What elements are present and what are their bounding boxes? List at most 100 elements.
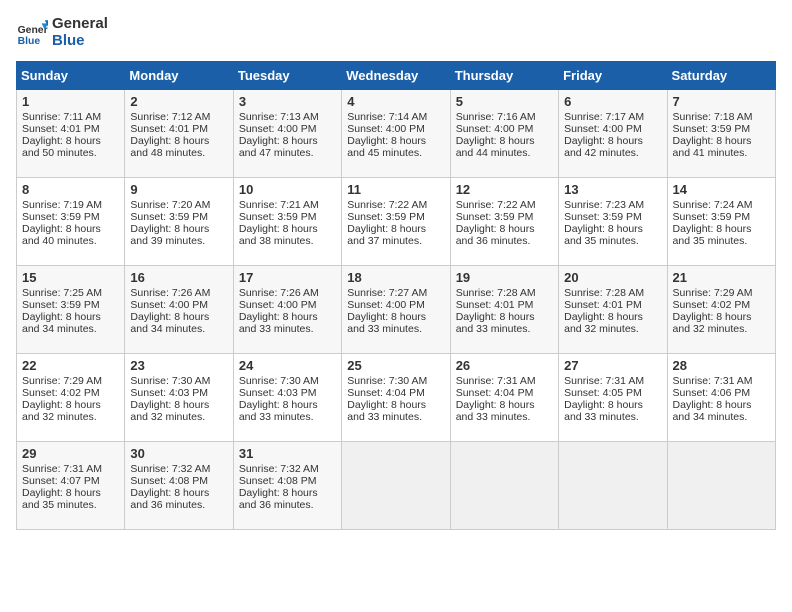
- calendar-cell: 3 Sunrise: 7:13 AM Sunset: 4:00 PM Dayli…: [233, 90, 341, 178]
- sunset-label: Sunset: 4:03 PM: [239, 387, 317, 399]
- daylight-label: Daylight: 8 hours and 32 minutes.: [673, 311, 752, 335]
- sunrise-label: Sunrise: 7:16 AM: [456, 111, 536, 123]
- daylight-label: Daylight: 8 hours and 36 minutes.: [456, 223, 535, 247]
- day-number: 22: [22, 358, 119, 373]
- day-number: 23: [130, 358, 227, 373]
- day-number: 29: [22, 446, 119, 461]
- sunrise-label: Sunrise: 7:27 AM: [347, 287, 427, 299]
- page-header: General Blue General Blue: [16, 16, 776, 49]
- daylight-label: Daylight: 8 hours and 34 minutes.: [673, 399, 752, 423]
- calendar-cell: [559, 442, 667, 530]
- daylight-label: Daylight: 8 hours and 39 minutes.: [130, 223, 209, 247]
- sunset-label: Sunset: 4:00 PM: [456, 123, 534, 135]
- calendar-cell: 5 Sunrise: 7:16 AM Sunset: 4:00 PM Dayli…: [450, 90, 558, 178]
- sunrise-label: Sunrise: 7:22 AM: [456, 199, 536, 211]
- day-number: 4: [347, 94, 444, 109]
- sunrise-label: Sunrise: 7:31 AM: [22, 463, 102, 475]
- calendar-cell: 15 Sunrise: 7:25 AM Sunset: 3:59 PM Dayl…: [17, 266, 125, 354]
- column-header-sunday: Sunday: [17, 62, 125, 90]
- calendar-cell: 7 Sunrise: 7:18 AM Sunset: 3:59 PM Dayli…: [667, 90, 775, 178]
- sunrise-label: Sunrise: 7:21 AM: [239, 199, 319, 211]
- sunset-label: Sunset: 3:59 PM: [347, 211, 425, 223]
- calendar-cell: 24 Sunrise: 7:30 AM Sunset: 4:03 PM Dayl…: [233, 354, 341, 442]
- calendar-week-row: 15 Sunrise: 7:25 AM Sunset: 3:59 PM Dayl…: [17, 266, 776, 354]
- sunrise-label: Sunrise: 7:28 AM: [456, 287, 536, 299]
- column-header-tuesday: Tuesday: [233, 62, 341, 90]
- sunrise-label: Sunrise: 7:13 AM: [239, 111, 319, 123]
- sunset-label: Sunset: 3:59 PM: [456, 211, 534, 223]
- day-number: 13: [564, 182, 661, 197]
- day-number: 8: [22, 182, 119, 197]
- daylight-label: Daylight: 8 hours and 47 minutes.: [239, 135, 318, 159]
- day-number: 5: [456, 94, 553, 109]
- sunrise-label: Sunrise: 7:31 AM: [673, 375, 753, 387]
- sunrise-label: Sunrise: 7:19 AM: [22, 199, 102, 211]
- column-header-wednesday: Wednesday: [342, 62, 450, 90]
- calendar-cell: 27 Sunrise: 7:31 AM Sunset: 4:05 PM Dayl…: [559, 354, 667, 442]
- sunrise-label: Sunrise: 7:30 AM: [347, 375, 427, 387]
- daylight-label: Daylight: 8 hours and 36 minutes.: [239, 487, 318, 511]
- calendar-cell: 25 Sunrise: 7:30 AM Sunset: 4:04 PM Dayl…: [342, 354, 450, 442]
- sunset-label: Sunset: 4:05 PM: [564, 387, 642, 399]
- sunset-label: Sunset: 4:04 PM: [347, 387, 425, 399]
- day-number: 30: [130, 446, 227, 461]
- calendar-cell: 1 Sunrise: 7:11 AM Sunset: 4:01 PM Dayli…: [17, 90, 125, 178]
- calendar-cell: 22 Sunrise: 7:29 AM Sunset: 4:02 PM Dayl…: [17, 354, 125, 442]
- calendar-cell: 30 Sunrise: 7:32 AM Sunset: 4:08 PM Dayl…: [125, 442, 233, 530]
- sunrise-label: Sunrise: 7:26 AM: [130, 287, 210, 299]
- daylight-label: Daylight: 8 hours and 40 minutes.: [22, 223, 101, 247]
- day-number: 6: [564, 94, 661, 109]
- daylight-label: Daylight: 8 hours and 34 minutes.: [130, 311, 209, 335]
- day-number: 3: [239, 94, 336, 109]
- sunrise-label: Sunrise: 7:24 AM: [673, 199, 753, 211]
- day-number: 26: [456, 358, 553, 373]
- day-number: 25: [347, 358, 444, 373]
- daylight-label: Daylight: 8 hours and 33 minutes.: [239, 399, 318, 423]
- sunrise-label: Sunrise: 7:29 AM: [673, 287, 753, 299]
- daylight-label: Daylight: 8 hours and 48 minutes.: [130, 135, 209, 159]
- calendar-week-row: 29 Sunrise: 7:31 AM Sunset: 4:07 PM Dayl…: [17, 442, 776, 530]
- day-number: 2: [130, 94, 227, 109]
- sunrise-label: Sunrise: 7:23 AM: [564, 199, 644, 211]
- calendar-cell: 9 Sunrise: 7:20 AM Sunset: 3:59 PM Dayli…: [125, 178, 233, 266]
- sunrise-label: Sunrise: 7:28 AM: [564, 287, 644, 299]
- sunset-label: Sunset: 3:59 PM: [564, 211, 642, 223]
- daylight-label: Daylight: 8 hours and 33 minutes.: [456, 399, 535, 423]
- calendar-cell: 16 Sunrise: 7:26 AM Sunset: 4:00 PM Dayl…: [125, 266, 233, 354]
- logo-icon: General Blue: [16, 17, 48, 49]
- day-number: 7: [673, 94, 770, 109]
- sunrise-label: Sunrise: 7:32 AM: [239, 463, 319, 475]
- sunset-label: Sunset: 4:01 PM: [130, 123, 208, 135]
- sunset-label: Sunset: 4:00 PM: [239, 299, 317, 311]
- daylight-label: Daylight: 8 hours and 35 minutes.: [673, 223, 752, 247]
- day-number: 1: [22, 94, 119, 109]
- calendar-cell: 12 Sunrise: 7:22 AM Sunset: 3:59 PM Dayl…: [450, 178, 558, 266]
- daylight-label: Daylight: 8 hours and 32 minutes.: [130, 399, 209, 423]
- sunrise-label: Sunrise: 7:11 AM: [22, 111, 101, 123]
- logo: General Blue General Blue: [16, 16, 108, 49]
- sunset-label: Sunset: 4:00 PM: [347, 123, 425, 135]
- day-number: 17: [239, 270, 336, 285]
- sunset-label: Sunset: 4:01 PM: [456, 299, 534, 311]
- sunset-label: Sunset: 3:59 PM: [22, 211, 100, 223]
- sunset-label: Sunset: 4:00 PM: [239, 123, 317, 135]
- sunset-label: Sunset: 4:00 PM: [564, 123, 642, 135]
- day-number: 10: [239, 182, 336, 197]
- daylight-label: Daylight: 8 hours and 32 minutes.: [564, 311, 643, 335]
- calendar-body: 1 Sunrise: 7:11 AM Sunset: 4:01 PM Dayli…: [17, 90, 776, 530]
- sunset-label: Sunset: 4:02 PM: [22, 387, 100, 399]
- day-number: 28: [673, 358, 770, 373]
- calendar-cell: 19 Sunrise: 7:28 AM Sunset: 4:01 PM Dayl…: [450, 266, 558, 354]
- daylight-label: Daylight: 8 hours and 35 minutes.: [564, 223, 643, 247]
- sunset-label: Sunset: 4:02 PM: [673, 299, 751, 311]
- calendar-cell: 6 Sunrise: 7:17 AM Sunset: 4:00 PM Dayli…: [559, 90, 667, 178]
- calendar-table: SundayMondayTuesdayWednesdayThursdayFrid…: [16, 61, 776, 530]
- calendar-cell: 11 Sunrise: 7:22 AM Sunset: 3:59 PM Dayl…: [342, 178, 450, 266]
- sunset-label: Sunset: 3:59 PM: [239, 211, 317, 223]
- calendar-cell: 23 Sunrise: 7:30 AM Sunset: 4:03 PM Dayl…: [125, 354, 233, 442]
- daylight-label: Daylight: 8 hours and 34 minutes.: [22, 311, 101, 335]
- sunset-label: Sunset: 3:59 PM: [673, 211, 751, 223]
- sunrise-label: Sunrise: 7:30 AM: [239, 375, 319, 387]
- calendar-cell: 26 Sunrise: 7:31 AM Sunset: 4:04 PM Dayl…: [450, 354, 558, 442]
- daylight-label: Daylight: 8 hours and 50 minutes.: [22, 135, 101, 159]
